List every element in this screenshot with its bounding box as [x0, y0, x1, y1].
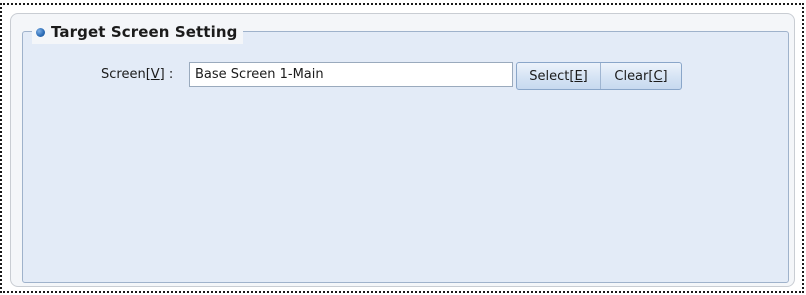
select-button[interactable]: Select[E] [517, 63, 601, 89]
screen-label: Screen[V] : [101, 67, 173, 82]
screen-label-hotkey: V [150, 67, 160, 82]
screen-label-prefix: Screen[ [101, 67, 151, 82]
screen-field[interactable]: Base Screen 1-Main [189, 62, 513, 87]
select-button-suffix: ] [582, 68, 588, 84]
blue-dot-icon [36, 27, 45, 37]
select-button-prefix: Select[ [529, 68, 575, 84]
clear-button-suffix: ] [662, 68, 668, 84]
group-legend: Target Screen Setting [32, 20, 244, 44]
dialog-canvas: Target Screen Setting Screen[V] : Base S… [0, 0, 806, 295]
clear-button-prefix: Clear[ [614, 68, 654, 84]
select-button-hotkey: E [574, 68, 583, 84]
screen-label-suffix: ] : [159, 67, 174, 82]
screen-button-group: Select[E] Clear[C] [516, 62, 682, 90]
screen-field-value: Base Screen 1-Main [195, 67, 324, 82]
clear-button-hotkey: C [653, 68, 663, 84]
group-title: Target Screen Setting [51, 23, 238, 41]
clear-button[interactable]: Clear[C] [601, 63, 681, 89]
